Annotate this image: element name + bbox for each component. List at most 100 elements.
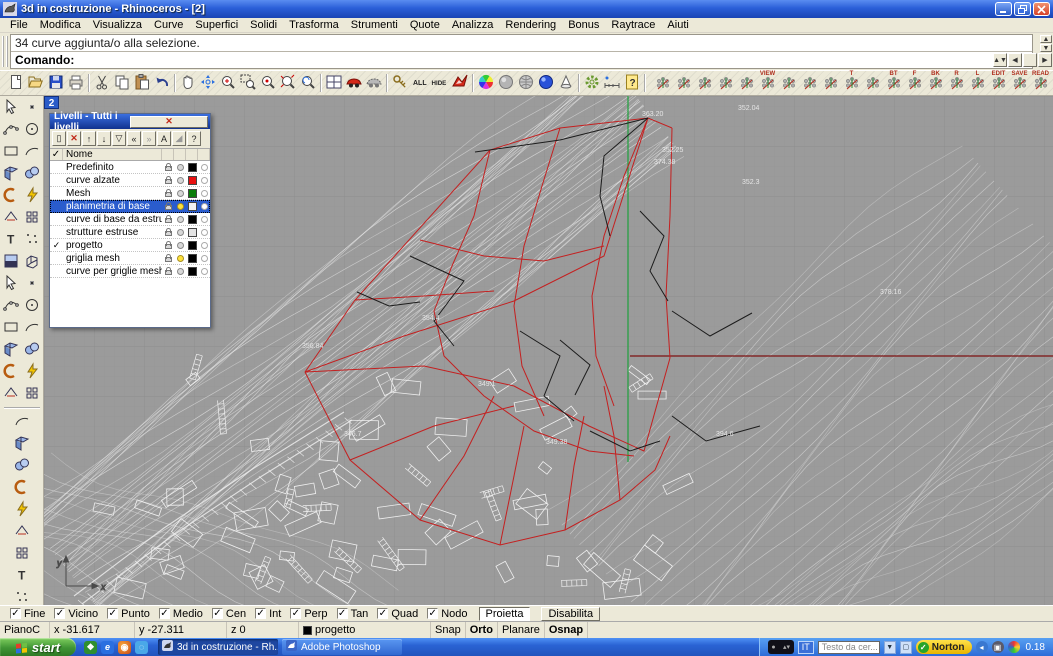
task-button[interactable]: Adobe Photoshop bbox=[282, 639, 402, 655]
toolbar-zoom-window-button[interactable] bbox=[238, 72, 258, 94]
viewport-tab[interactable]: 2 bbox=[44, 96, 59, 109]
toolbar-zoom-extents-button[interactable] bbox=[278, 72, 298, 94]
viewport[interactable]: 363.20352.04352.25374.38352.3354.4356.84… bbox=[44, 96, 1053, 605]
toolbar-rotate-view-button[interactable] bbox=[198, 72, 218, 94]
layer-lock-icon[interactable] bbox=[162, 254, 174, 262]
close-button[interactable] bbox=[1033, 2, 1050, 16]
view-button-read[interactable]: READ bbox=[1030, 71, 1051, 95]
toolbar-rendered-sphere-button[interactable] bbox=[536, 72, 556, 94]
layer-row[interactable]: curve alzate bbox=[50, 174, 210, 187]
layers-panel-titlebar[interactable]: Livelli - Tutti i livelli ✕ bbox=[50, 114, 210, 129]
layer-bulb-icon[interactable] bbox=[174, 164, 186, 171]
tool-box-button[interactable]: T bbox=[1, 229, 22, 251]
layer-color-swatch[interactable] bbox=[186, 254, 198, 263]
move-layer-down-button[interactable]: ↓ bbox=[97, 131, 111, 146]
tool-fillet-button[interactable] bbox=[1, 339, 22, 361]
move-to-layer-button[interactable]: « bbox=[127, 131, 141, 146]
tool-curve-interpolate-button[interactable] bbox=[22, 119, 43, 141]
layer-material-ring[interactable] bbox=[198, 229, 210, 236]
tool-layer-c-button[interactable] bbox=[1, 273, 22, 295]
menu-bonus[interactable]: Bonus bbox=[562, 18, 605, 33]
layer-row[interactable]: Mesh bbox=[50, 187, 210, 200]
command-splitter[interactable] bbox=[1023, 53, 1037, 67]
view-button-l[interactable]: L bbox=[967, 71, 988, 95]
tray-update-icon[interactable]: ◂ bbox=[976, 641, 988, 653]
tool-select-button[interactable] bbox=[1, 97, 22, 119]
checkbox-icon[interactable]: ✓ bbox=[290, 608, 301, 619]
disabilita-button[interactable]: Disabilita bbox=[541, 607, 600, 621]
tool-point-grid-button[interactable] bbox=[22, 361, 43, 383]
toolbar-paste-button[interactable] bbox=[132, 72, 152, 94]
tool-explode-button[interactable] bbox=[22, 273, 43, 295]
tool-mesh-trim-button[interactable] bbox=[11, 521, 32, 543]
tool-gradient-view-button[interactable] bbox=[11, 411, 32, 433]
osnap-toggle-nodo[interactable]: ✓Nodo bbox=[427, 608, 467, 620]
toolbar-hide-button[interactable]: HIDE bbox=[430, 72, 450, 94]
media-player-icon[interactable]: ◉ bbox=[118, 641, 131, 654]
menu-strumenti[interactable]: Strumenti bbox=[345, 18, 404, 33]
tool-spheres-button[interactable] bbox=[22, 229, 43, 251]
tool-free-curve-button[interactable] bbox=[1, 163, 22, 185]
layer-material-ring[interactable] bbox=[198, 164, 210, 171]
osnap-toggle-perp[interactable]: ✓Perp bbox=[290, 608, 327, 620]
view-button-edit[interactable]: EDIT bbox=[988, 71, 1009, 95]
osnap-toggle-quad[interactable]: ✓Quad bbox=[377, 608, 418, 620]
osnap-toggle-medio[interactable]: ✓Medio bbox=[159, 608, 203, 620]
toolbar-zoom-dynamic-button[interactable] bbox=[218, 72, 238, 94]
layer-lock-icon[interactable] bbox=[162, 241, 174, 249]
tray-display-icon[interactable]: ▣ bbox=[992, 641, 1004, 653]
search-dropdown-icon[interactable]: ▼ bbox=[884, 641, 896, 654]
checkbox-icon[interactable]: ✓ bbox=[377, 608, 388, 619]
docked-toolbar[interactable]: ●▴▾ bbox=[768, 640, 794, 654]
toolbar-undo-button[interactable] bbox=[152, 72, 172, 94]
tool-arc-blend-button[interactable] bbox=[22, 339, 43, 361]
layer-row[interactable]: griglia mesh bbox=[50, 252, 210, 265]
tool-surface-patch-button[interactable] bbox=[1, 207, 22, 229]
toolbar-copy-button[interactable] bbox=[112, 72, 132, 94]
checkbox-icon[interactable]: ✓ bbox=[10, 608, 21, 619]
tool-rectangle-button[interactable] bbox=[22, 163, 43, 185]
layer-bulb-icon[interactable] bbox=[174, 268, 186, 275]
messenger-icon[interactable]: ◌ bbox=[135, 641, 148, 654]
layer-lock-icon[interactable] bbox=[162, 228, 174, 236]
internet-explorer-icon[interactable]: e bbox=[101, 641, 114, 654]
layer-name[interactable]: curve alzate bbox=[63, 175, 162, 186]
layer-material-ring[interactable] bbox=[198, 255, 210, 262]
layer-row[interactable]: planimetria di base bbox=[50, 200, 210, 213]
checkbox-icon[interactable]: ✓ bbox=[212, 608, 223, 619]
layer-bulb-icon[interactable] bbox=[174, 229, 186, 236]
view-button-view[interactable]: VIEW bbox=[757, 71, 778, 95]
layer-lock-icon[interactable] bbox=[162, 202, 174, 210]
layer-lock-icon[interactable] bbox=[162, 215, 174, 223]
menu-trasforma[interactable]: Trasforma bbox=[283, 18, 345, 33]
tool-arc-button[interactable] bbox=[22, 185, 43, 207]
layer-name[interactable]: Predefinito bbox=[63, 162, 162, 173]
osnap-toggle-fine[interactable]: ✓Fine bbox=[10, 608, 45, 620]
tool-text-button[interactable] bbox=[1, 361, 22, 383]
command-prompt[interactable]: Comando: bbox=[11, 52, 1032, 68]
layer-color-swatch[interactable] bbox=[186, 189, 198, 198]
layer-name[interactable]: Mesh bbox=[63, 188, 162, 199]
menu-visualizza[interactable]: Visualizza bbox=[87, 18, 148, 33]
layer-row[interactable]: ✓progetto bbox=[50, 239, 210, 252]
view-button-r[interactable]: R bbox=[946, 71, 967, 95]
norton-badge[interactable]: ✓ Norton bbox=[916, 640, 972, 654]
layer-material-ring[interactable] bbox=[198, 268, 210, 275]
menu-rendering[interactable]: Rendering bbox=[499, 18, 562, 33]
toolbar-preview-car-button[interactable] bbox=[364, 72, 384, 94]
view-button-7[interactable] bbox=[799, 71, 820, 95]
view-button-t[interactable]: T bbox=[841, 71, 862, 95]
tool-extend-button[interactable] bbox=[22, 383, 43, 405]
layer-color-swatch[interactable] bbox=[186, 215, 198, 224]
layer-name[interactable]: curve di base da estru... bbox=[63, 214, 162, 225]
tool-ellipse-button[interactable] bbox=[1, 185, 22, 207]
tool-update-block-button[interactable] bbox=[11, 587, 32, 609]
view-button-4[interactable] bbox=[736, 71, 757, 95]
toolbar-open-button[interactable] bbox=[26, 72, 46, 94]
toolbar-render-car-button[interactable] bbox=[344, 72, 364, 94]
layer-name[interactable]: progetto bbox=[63, 240, 162, 251]
menu-raytrace[interactable]: Raytrace bbox=[605, 18, 661, 33]
minimize-button[interactable] bbox=[995, 2, 1012, 16]
toolbar-rhino-checkmark-button[interactable] bbox=[450, 72, 470, 94]
layer-color-swatch[interactable] bbox=[186, 163, 198, 172]
